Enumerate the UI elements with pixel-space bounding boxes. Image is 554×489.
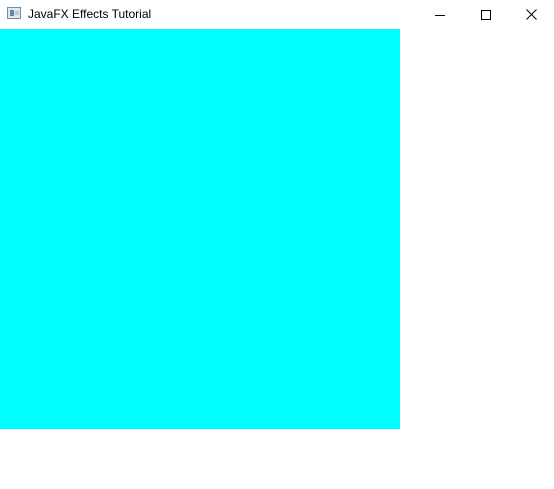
minimize-button[interactable] [417,0,463,29]
close-button[interactable] [508,0,554,29]
maximize-icon [481,9,491,20]
cyan-rectangle [0,29,400,429]
minimize-icon [435,14,445,16]
window-title: JavaFX Effects Tutorial [28,7,152,21]
app-icon[interactable] [7,7,21,19]
app-window: JavaFX Effects Tutorial [0,0,554,489]
title-bar[interactable]: JavaFX Effects Tutorial [0,0,554,29]
scene-canvas [0,29,554,489]
close-icon [525,9,537,20]
maximize-button[interactable] [463,0,509,29]
